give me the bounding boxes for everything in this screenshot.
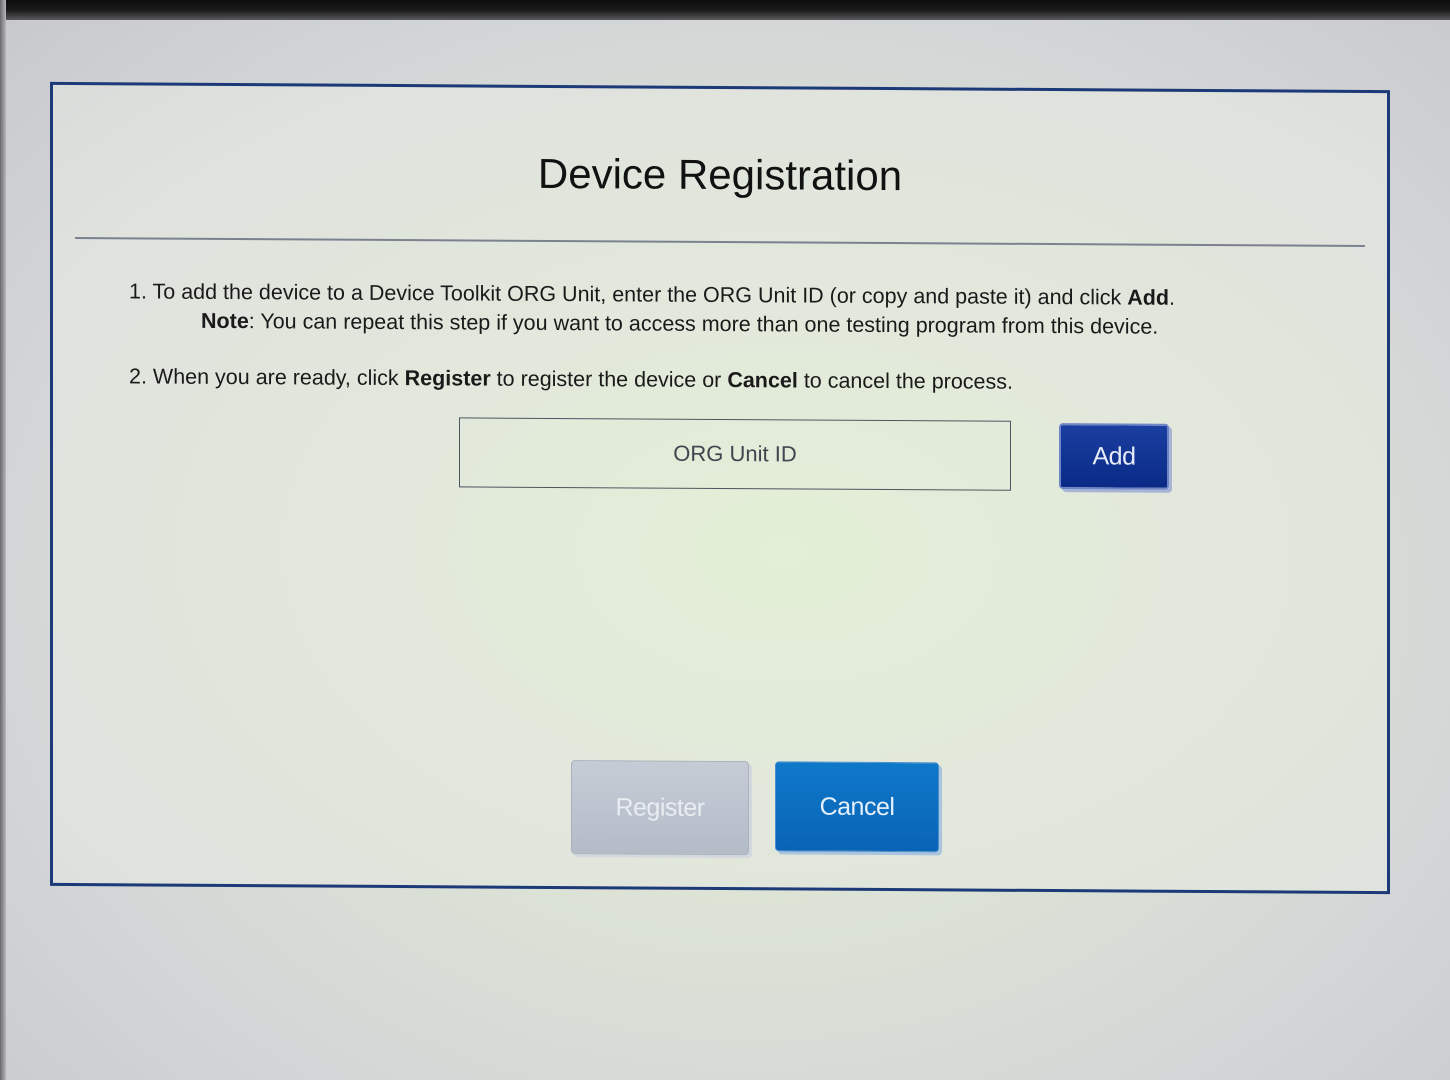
step-1-period: . — [1169, 285, 1176, 310]
step-2-text-a: When you are ready, click — [152, 364, 405, 391]
org-unit-id-input[interactable] — [459, 417, 1011, 491]
monitor-bezel-top — [0, 0, 1450, 20]
instruction-step-2: 2. When you are ready, click Register to… — [129, 362, 1349, 398]
note-label: Note — [201, 308, 249, 334]
monitor-bezel-left — [0, 0, 6, 1080]
step-2-cancel-keyword: Cancel — [727, 368, 798, 393]
add-button[interactable]: Add — [1059, 423, 1169, 490]
device-registration-dialog: Device Registration 1. To add the device… — [50, 81, 1390, 895]
title-divider — [75, 237, 1365, 247]
step-2-text-b: to register the device or — [490, 366, 728, 393]
step-2-register-keyword: Register — [404, 366, 491, 391]
instructions: 1. To add the device to a Device Toolkit… — [129, 277, 1349, 398]
register-button[interactable]: Register — [571, 760, 749, 856]
step-1-number: 1. — [129, 279, 147, 304]
step-1-text: To add the device to a Device Toolkit OR… — [152, 279, 1128, 310]
step-2-text-c: to cancel the process. — [797, 368, 1013, 394]
cancel-button[interactable]: Cancel — [775, 761, 939, 853]
step-1-note: Note: You can repeat this step if you wa… — [129, 308, 1159, 339]
dialog-title: Device Registration — [537, 149, 903, 200]
step-1-add-keyword: Add — [1127, 285, 1170, 310]
step-2-number: 2. — [129, 364, 147, 389]
instruction-step-1: 1. To add the device to a Device Toolkit… — [129, 277, 1349, 342]
note-text: : You can repeat this step if you want t… — [248, 309, 1159, 339]
